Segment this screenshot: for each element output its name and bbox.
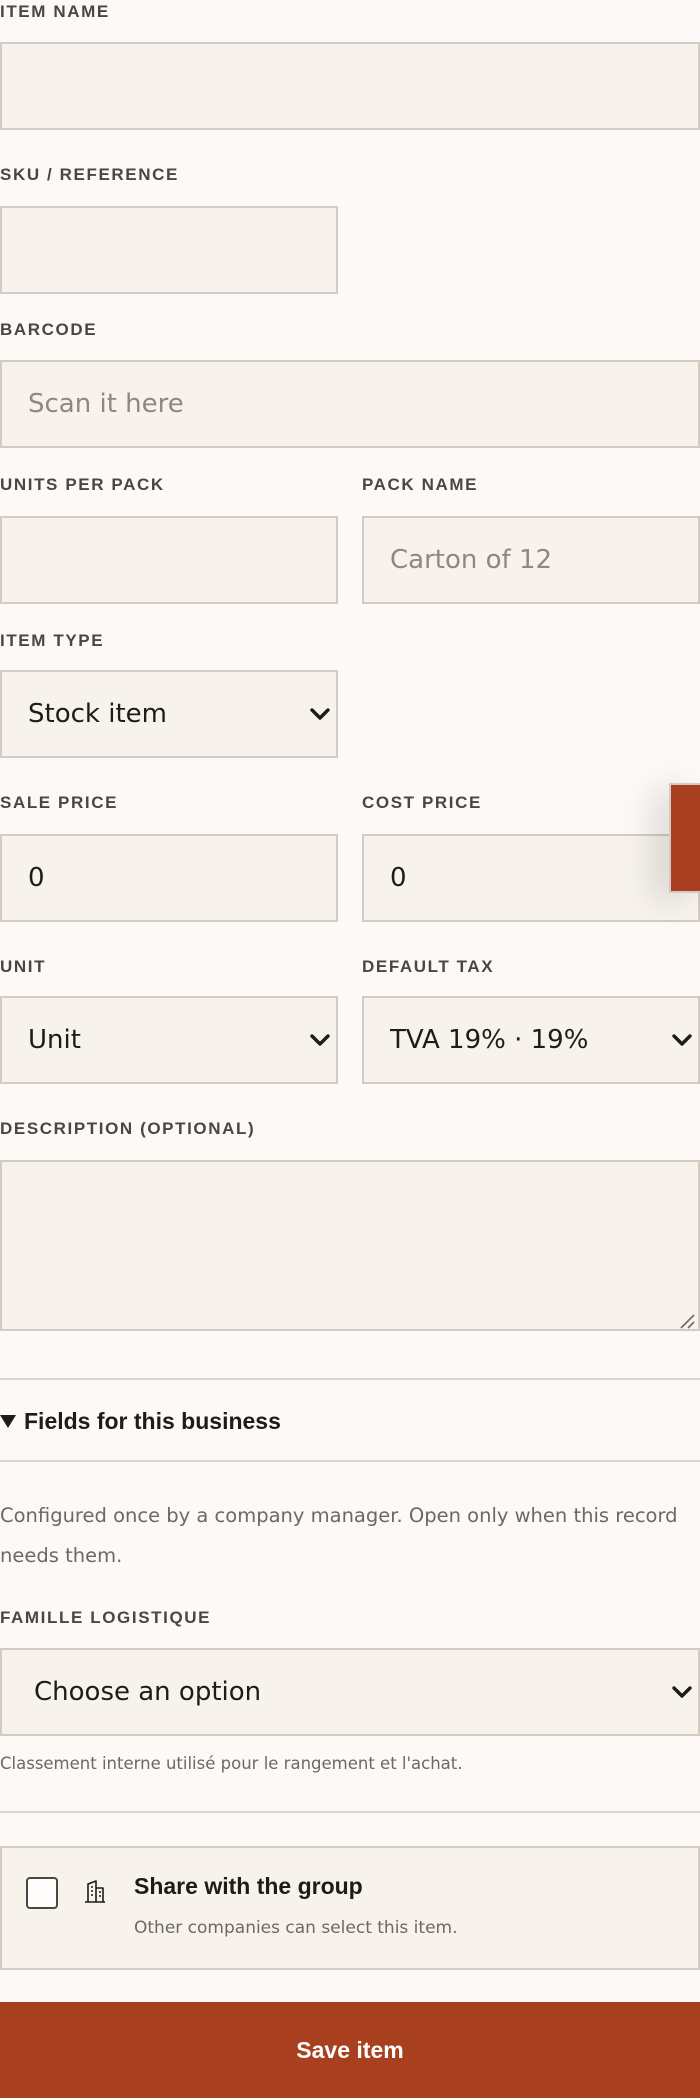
- disclosure-triangle-icon: [0, 1414, 16, 1428]
- divider: [0, 1811, 700, 1813]
- cost-price-input[interactable]: [362, 834, 700, 922]
- default-tax-select[interactable]: TVA 19% · 19%: [362, 996, 700, 1084]
- share-subtitle: Other companies can select this item.: [134, 1918, 458, 1938]
- item-type-select[interactable]: Stock item: [0, 670, 338, 758]
- default-tax-label: DEFAULT TAX: [362, 957, 495, 976]
- item-type-label: ITEM TYPE: [0, 631, 105, 650]
- sale-price-input[interactable]: [0, 834, 338, 922]
- description-label: DESCRIPTION (OPTIONAL): [0, 1119, 256, 1138]
- pack-name-input[interactable]: [362, 516, 700, 604]
- business-fields-help: Configured once by a company manager. Op…: [0, 1504, 678, 1567]
- share-title: Share with the group: [134, 1873, 363, 1899]
- business-fields-toggle[interactable]: Fields for this business: [0, 1403, 281, 1439]
- units-per-pack-input[interactable]: [0, 516, 338, 604]
- description-textarea[interactable]: [0, 1160, 700, 1331]
- divider: [0, 1378, 700, 1380]
- share-with-group-checkbox[interactable]: [26, 1877, 58, 1909]
- sku-input[interactable]: [0, 206, 338, 294]
- famille-logistique-label: FAMILLE LOGISTIQUE: [0, 1608, 212, 1627]
- famille-logistique-select[interactable]: Choose an option: [0, 1648, 700, 1736]
- unit-label: UNIT: [0, 957, 47, 976]
- item-name-input[interactable]: [0, 42, 700, 130]
- item-name-label: ITEM NAME: [0, 2, 110, 21]
- unit-select[interactable]: Unit: [0, 996, 338, 1084]
- barcode-input[interactable]: [0, 360, 700, 448]
- units-per-pack-label: UNITS PER PACK: [0, 475, 165, 494]
- sale-price-label: SALE PRICE: [0, 793, 119, 812]
- business-fields-title: Fields for this business: [24, 1407, 281, 1434]
- building-icon: [85, 1880, 105, 1903]
- cost-price-label: COST PRICE: [362, 793, 482, 812]
- share-with-group-card[interactable]: [0, 1846, 700, 1970]
- pack-name-label: PACK NAME: [362, 475, 479, 494]
- famille-logistique-hint: Classement interne utilisé pour le range…: [0, 1754, 463, 1773]
- save-item-button[interactable]: Save item: [0, 2002, 700, 2098]
- floating-side-tab[interactable]: [669, 783, 700, 893]
- divider: [0, 1460, 700, 1462]
- sku-label: SKU / REFERENCE: [0, 165, 179, 184]
- barcode-label: BARCODE: [0, 320, 98, 339]
